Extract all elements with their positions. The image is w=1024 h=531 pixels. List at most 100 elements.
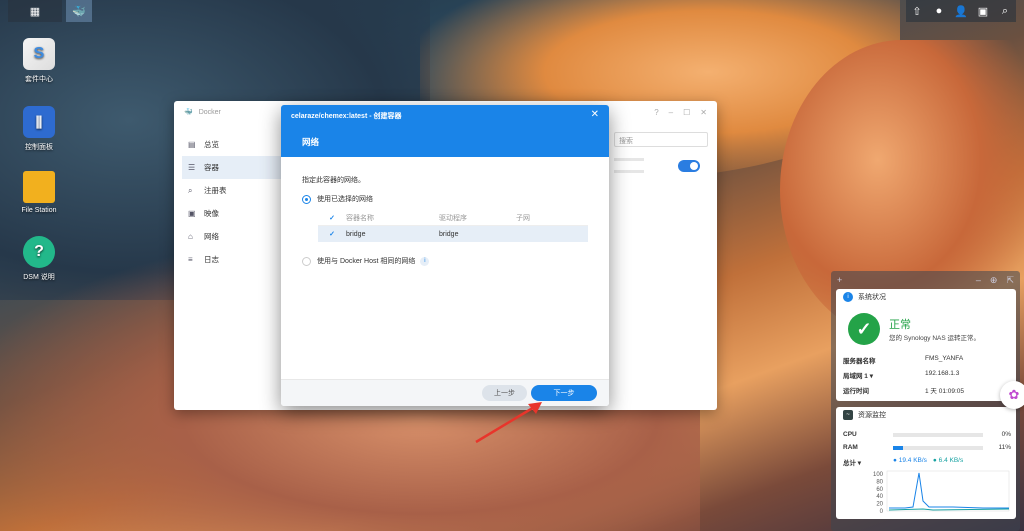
y-tick-label: 40 (876, 494, 883, 500)
collapse-icon[interactable]: ⇱ (1006, 275, 1014, 286)
card-title: 资源监控 (858, 412, 886, 419)
network-chart: 10080 6040 200 (873, 470, 1010, 515)
search-placeholder: 搜索 (619, 138, 633, 145)
folder-icon (23, 171, 55, 203)
column-header: 驱动程序 (439, 214, 467, 222)
desktop-icon-control-panel[interactable]: ⫼ 控制面板 (9, 106, 69, 152)
docker-sidebar: ▤ 总览 ☰ 容器 ⌕ 注册表 ▣ 映像 ⌂ 网络 ≡ 日志 (182, 133, 282, 271)
minimize-icon[interactable]: – (669, 108, 673, 117)
desktop-icon-label: DSM 说明 (23, 274, 55, 281)
y-tick-label: 20 (876, 502, 883, 508)
main-menu-button[interactable]: ▦ (8, 0, 62, 22)
image-icon: ▣ (188, 209, 196, 218)
ram-bar-fill (893, 445, 903, 450)
taskbar-left: ▦ 🐳 (8, 0, 92, 22)
upload-rate: 19.4 KB/s (898, 457, 927, 464)
container-row-bar (614, 170, 644, 173)
sidebar-item-image[interactable]: ▣ 映像 (182, 202, 282, 225)
widgets-toolbar: + – ⊕ ⇱ (831, 271, 1020, 289)
sidebar-item-network[interactable]: ⌂ 网络 (182, 225, 282, 248)
container-run-toggle[interactable] (678, 160, 700, 172)
radio-use-host-network[interactable]: 使用与 Docker Host 相同的网络 i (302, 256, 588, 266)
log-icon: ≡ (188, 255, 193, 264)
sidebar-item-log[interactable]: ≡ 日志 (182, 248, 282, 271)
assistant-button[interactable]: ✿ (1000, 381, 1024, 409)
desktop-icon-label: 控制面板 (25, 144, 53, 151)
table-row[interactable]: ✓ bridge bridge (318, 226, 588, 242)
container-row-bar (614, 158, 644, 161)
info-icon[interactable]: i (420, 256, 430, 266)
create-container-dialog: celaraze/chemex:latest - 创建容器 ✕ 网络 指定此容器… (281, 105, 609, 406)
pin-icon[interactable]: ⊕ (990, 275, 998, 286)
cell-driver: bridge (439, 230, 459, 238)
info-value: 1 天 01:09:05 (925, 388, 965, 395)
annotation-arrow-icon (475, 402, 542, 444)
column-header: 容器名称 (346, 214, 374, 222)
card-header: ~ 资源监控 (836, 407, 1016, 423)
notification-icon[interactable]: ● (928, 0, 950, 22)
taskbar-right: ⇧ ● 👤 ▣ ⌕ (906, 0, 1016, 22)
card-title: 系统状况 (858, 294, 886, 301)
docker-taskbar-button[interactable]: 🐳 (66, 0, 92, 22)
search-icon[interactable]: ⌕ (994, 0, 1016, 22)
upload-icon[interactable]: ⇧ (906, 0, 928, 22)
sidebar-item-label: 注册表 (204, 186, 227, 195)
description: 指定此容器的网络。 (302, 177, 365, 184)
download-rate: 6.4 KB/s (938, 457, 964, 464)
column-header: 子网 (516, 214, 530, 222)
maximize-icon[interactable]: ☐ (683, 108, 690, 117)
shield-icon: i (843, 292, 853, 302)
radio-use-selected-network[interactable]: 使用已选择的网络 (302, 194, 588, 204)
sidebar-item-label: 日志 (204, 255, 219, 264)
check-icon[interactable]: ✓ (318, 214, 346, 222)
window-title: Docker (198, 108, 221, 116)
container-icon: ☰ (188, 163, 196, 172)
sidebar-item-label: 容器 (204, 163, 219, 172)
info-key: 运行时间 (843, 388, 869, 395)
cpu-bar (893, 432, 983, 437)
registry-icon: ⌕ (188, 185, 193, 195)
cpu-row: CPU 0% (843, 431, 1011, 438)
dialog-footer: 上一步 下一步 (281, 379, 609, 406)
check-icon[interactable]: ✓ (318, 230, 346, 238)
control-panel-icon: ⫼ (23, 106, 55, 138)
desktop-icon-label: 套件中心 (25, 76, 53, 83)
help-icon[interactable]: ? (654, 108, 658, 117)
info-row: 运行时间 1 天 01:09:05 (843, 385, 1013, 395)
check-icon: ✓ (848, 313, 880, 345)
sidebar-item-overview[interactable]: ▤ 总览 (182, 133, 282, 156)
resource-monitor-card: ~ 资源监控 CPU 0% RAM 11% 总计 ▾ ● 19.4 KB/s ●… (836, 407, 1016, 519)
widgets-icon[interactable]: ▣ (972, 0, 994, 22)
monitor-icon: ~ (843, 410, 853, 420)
sidebar-item-label: 总览 (204, 140, 219, 149)
search-input[interactable]: 搜索 (614, 132, 708, 147)
sidebar-item-registry[interactable]: ⌕ 注册表 (182, 179, 282, 202)
cpu-label: CPU (843, 431, 857, 438)
table-header: ✓ 容器名称 驱动程序 子网 (318, 210, 588, 226)
info-value: 192.168.1.3 (925, 370, 960, 377)
docker-icon: 🐳 (72, 5, 86, 18)
radio-button[interactable] (302, 194, 311, 204)
network-icon: ⌂ (188, 232, 193, 241)
user-icon[interactable]: 👤 (950, 0, 972, 22)
desktop-icon-package-center[interactable]: S 套件中心 (9, 38, 69, 84)
close-icon[interactable]: ✕ (591, 109, 599, 120)
ram-label: RAM (843, 444, 858, 451)
total-dropdown[interactable]: 总计 ▾ (843, 457, 893, 467)
desktop-icon-help[interactable]: ? DSM 说明 (9, 236, 69, 282)
y-tick-label: 60 (876, 487, 883, 493)
desktop-icon-file-station[interactable]: File Station (9, 171, 69, 214)
card-header: i 系统状况 (836, 289, 1016, 305)
add-widget-icon[interactable]: + (837, 275, 842, 285)
cell-name: bridge (346, 230, 366, 238)
overview-icon: ▤ (188, 140, 196, 149)
sidebar-item-container[interactable]: ☰ 容器 (182, 156, 282, 179)
close-icon[interactable]: ✕ (700, 108, 707, 117)
info-row[interactable]: 局域网 1 ▾ 192.168.1.3 (843, 370, 1013, 380)
radio-label: 使用与 Docker Host 相同的网络 (317, 258, 416, 265)
info-key: 局域网 1 ▾ (843, 373, 873, 380)
package-center-icon: S (23, 38, 55, 70)
radio-button[interactable] (302, 256, 311, 266)
radio-label: 使用已选择的网络 (317, 196, 373, 203)
minimize-icon[interactable]: – (976, 275, 981, 286)
